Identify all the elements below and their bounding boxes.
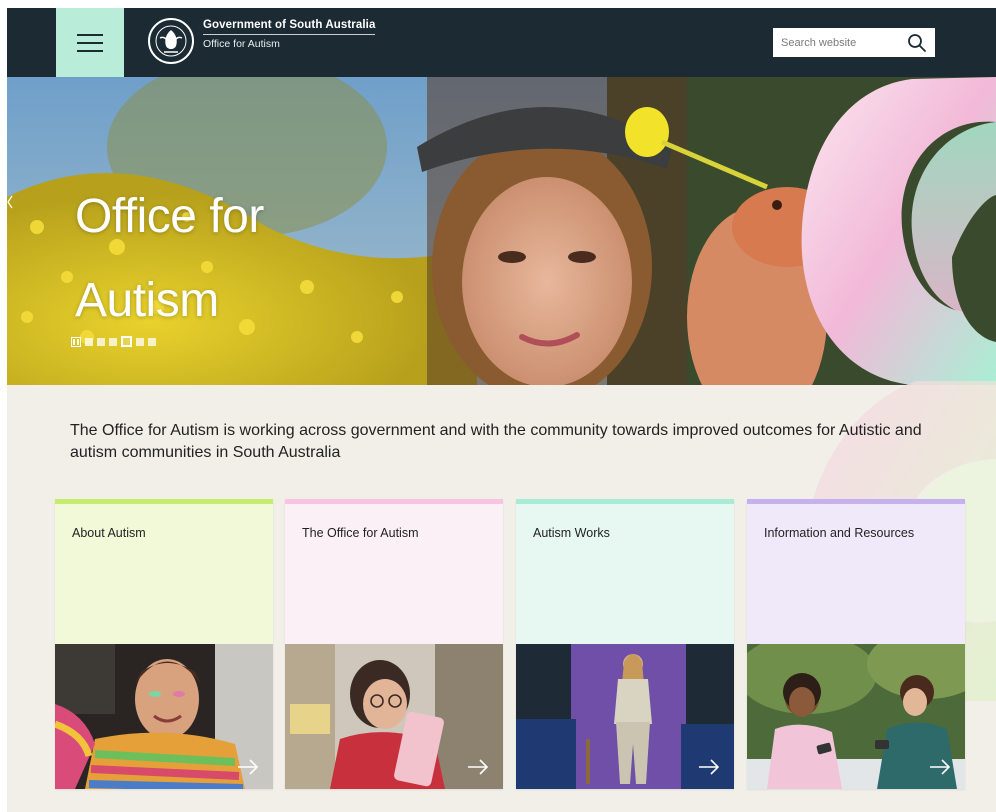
carousel-controls	[71, 336, 156, 347]
card-header: About Autism	[55, 499, 273, 644]
arrow-right-icon	[930, 759, 951, 775]
pause-icon[interactable]	[71, 336, 81, 347]
hero-title-line1: Office for	[75, 190, 264, 243]
search-box	[773, 28, 935, 57]
carousel-dot-1[interactable]	[85, 337, 93, 346]
card-header: Autism Works	[516, 499, 734, 644]
hamburger-menu-icon	[77, 33, 103, 52]
carousel-prev-button[interactable]	[7, 195, 13, 209]
arrow-right-icon	[238, 759, 259, 775]
government-crest-icon[interactable]	[146, 16, 196, 66]
carousel-dot-2[interactable]	[97, 337, 105, 346]
card-label: Information and Resources	[764, 526, 915, 540]
hero-banner: Office for Autism	[7, 77, 996, 385]
site-brand[interactable]: Government of South Australia Office for…	[203, 19, 376, 50]
carousel-dot-3[interactable]	[109, 337, 117, 346]
card-the-office-for-autism[interactable]: The Office for Autism	[285, 499, 503, 789]
search-input[interactable]	[773, 28, 893, 57]
intro-text: The Office for Autism is working across …	[70, 422, 922, 461]
hero-title: Office for Autism	[75, 175, 264, 343]
search-icon[interactable]	[907, 33, 927, 53]
card-header: Information and Resources	[747, 499, 965, 644]
government-name: Government of South Australia	[203, 19, 376, 35]
card-label: Autism Works	[533, 526, 610, 540]
arrow-right-icon	[699, 759, 720, 775]
card-header: The Office for Autism	[285, 499, 503, 644]
card-autism-works[interactable]: Autism Works	[516, 499, 734, 789]
office-name: Office for Autism	[203, 38, 280, 50]
page: Government of South Australia Office for…	[7, 8, 996, 812]
card-about-autism[interactable]: About Autism	[55, 499, 273, 789]
menu-button[interactable]	[56, 8, 124, 77]
card-information-and-resources[interactable]: Information and Resources	[747, 499, 965, 789]
site-header: Government of South Australia Office for…	[7, 8, 996, 77]
card-label: The Office for Autism	[302, 526, 419, 540]
carousel-dot-4[interactable]	[121, 336, 132, 347]
card-label: About Autism	[72, 526, 146, 540]
hero-title-line2: Autism	[75, 274, 219, 327]
arrow-right-icon	[468, 759, 489, 775]
carousel-dot-5[interactable]	[136, 337, 144, 346]
card-grid: About Autism The Office for Autism Autis…	[55, 499, 965, 789]
carousel-dot-6[interactable]	[148, 337, 156, 346]
